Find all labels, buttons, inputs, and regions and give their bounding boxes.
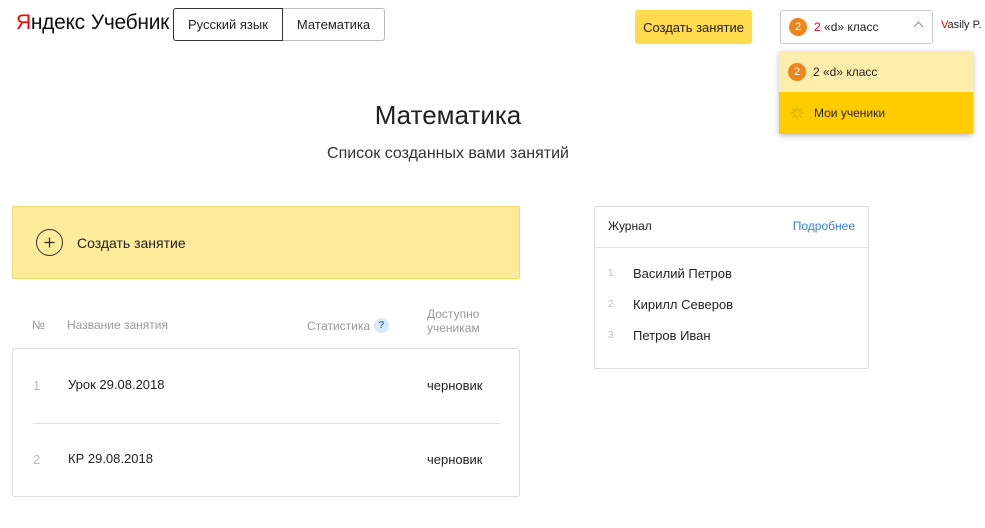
journal-title: Журнал (608, 219, 652, 233)
lesson-status: черновик (427, 378, 483, 393)
page-subtitle: Список созданных вами занятий (327, 145, 569, 162)
plus-icon (36, 229, 63, 256)
class-number-badge: 2 (789, 18, 807, 36)
column-header-number: № (32, 318, 45, 332)
class-select-number: 2 (814, 20, 821, 34)
student-item[interactable]: 3 Петров Иван (595, 327, 868, 349)
class-select-label: 2 «d» класс (814, 20, 878, 34)
student-name: Кирилл Северов (633, 297, 734, 312)
subject-tabs: Русский язык Математика (173, 8, 386, 41)
yandex-textbook-logo[interactable]: Яндекс Учебник (16, 11, 169, 35)
lesson-name: Урок 29.08.2018 (68, 377, 165, 392)
class-select-suffix: «d» класс (820, 20, 879, 34)
help-icon[interactable]: ? (374, 318, 390, 333)
student-number: 1 (608, 268, 614, 279)
dropdown-item-class[interactable]: 2 2 «d» класс (779, 51, 973, 92)
table-row[interactable]: 2 КР 29.08.2018 черновик (13, 423, 519, 497)
logo-brand-first-letter: Я (16, 11, 31, 34)
dropdown-item-label: 2 «d» класс (813, 64, 878, 79)
column-header-stats: Статистика ? (307, 318, 390, 333)
lesson-status: черновик (427, 452, 483, 467)
student-name: Петров Иван (633, 328, 711, 343)
column-header-name: Название занятия (67, 318, 168, 332)
tab-math[interactable]: Математика (282, 8, 386, 41)
create-lesson-panel[interactable]: Создать занятие (12, 206, 520, 279)
row-number: 1 (33, 378, 41, 393)
create-lesson-button[interactable]: Создать занятие (635, 10, 752, 44)
student-item[interactable]: 2 Кирилл Северов (595, 296, 868, 318)
lessons-list: 1 Урок 29.08.2018 черновик 2 КР 29.08.20… (12, 348, 520, 497)
column-header-stats-label: Статистика (307, 318, 371, 333)
student-name: Василий Петров (633, 266, 732, 281)
lesson-name: КР 29.08.2018 (68, 451, 153, 466)
journal-more-link[interactable]: Подробнее (793, 219, 855, 233)
class-select[interactable]: 2 2 «d» класс (780, 10, 933, 44)
user-name[interactable]: Vasily P. (941, 19, 982, 31)
journal-panel: Журнал Подробнее 1 Василий Петров 2 Кири… (594, 206, 869, 369)
user-name-rest: asily P. (947, 19, 982, 31)
logo-product: Учебник (90, 11, 170, 34)
page-title: Математика (374, 100, 522, 130)
class-number-badge: 2 (788, 62, 806, 81)
divider (595, 247, 868, 248)
create-lesson-panel-label: Создать занятие (77, 234, 186, 251)
student-number: 3 (608, 330, 614, 341)
logo-brand-rest: ндекс (30, 11, 85, 34)
column-header-available: Доступно ученикам (427, 307, 480, 335)
student-item[interactable]: 1 Василий Петров (595, 265, 868, 287)
row-number: 2 (33, 452, 41, 467)
table-row[interactable]: 1 Урок 29.08.2018 черновик (13, 349, 519, 424)
chevron-up-icon (913, 21, 924, 32)
student-number: 2 (608, 299, 614, 310)
tab-russian[interactable]: Русский язык (173, 8, 283, 41)
